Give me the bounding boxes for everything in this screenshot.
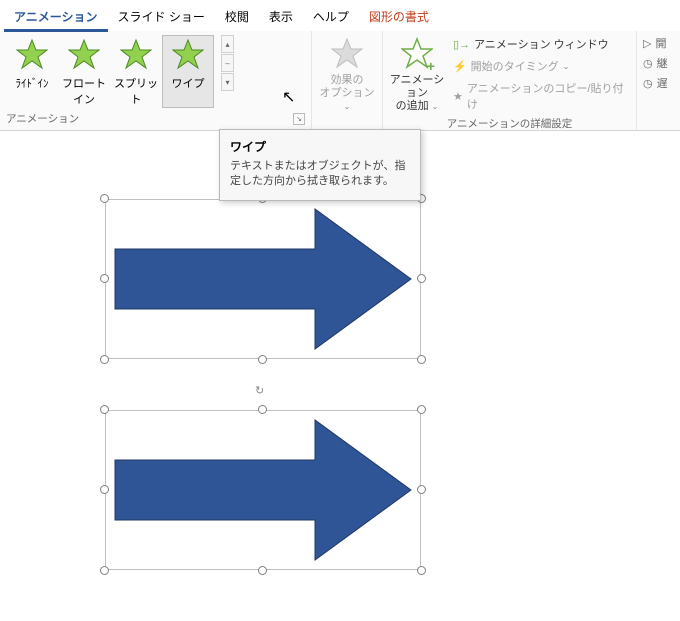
- slide-canvas[interactable]: ↻: [0, 140, 680, 621]
- delay-row[interactable]: ◷遅: [643, 75, 668, 91]
- resize-handle[interactable]: [417, 566, 426, 575]
- resize-handle[interactable]: [100, 485, 109, 494]
- tab-review[interactable]: 校閲: [215, 4, 259, 31]
- resize-handle[interactable]: [100, 405, 109, 414]
- pane-icon: ▯→: [453, 38, 470, 51]
- gallery-row-up[interactable]: ▴: [221, 35, 234, 53]
- resize-handle[interactable]: [417, 485, 426, 494]
- trigger-button: ⚡ 開始のタイミング ⌄: [451, 57, 630, 75]
- painter-icon: ★: [453, 90, 463, 103]
- tooltip-wipe: ワイプ テキストまたはオブジェクトが、指定した方向から拭き取られます。: [219, 129, 421, 201]
- group-animation: ﾗｲﾄﾞｲﾝ フロートイン スプリット ワイプ ▴ – ▾: [0, 31, 312, 130]
- group-effect-options: 効果のオプション ⌄: [312, 31, 383, 130]
- chevron-down-icon: ⌄: [432, 102, 439, 111]
- gallery-label: フロートイン: [61, 75, 107, 107]
- resize-handle[interactable]: [258, 405, 267, 414]
- painter-label: アニメーションのコピー/貼り付け: [467, 80, 628, 112]
- start-row[interactable]: ▷開: [643, 35, 668, 51]
- group-advanced-animation: + アニメーションの追加 ⌄ ▯→ アニメーション ウィンドウ ⚡ 開始のタイミ…: [383, 31, 637, 130]
- effect-options-button: 効果のオプション ⌄: [318, 35, 376, 114]
- star-icon: [172, 38, 204, 70]
- gallery-label: ﾗｲﾄﾞｲﾝ: [9, 75, 55, 91]
- group-label-text: アニメーション: [6, 111, 79, 126]
- selected-shape-2[interactable]: ↻: [105, 410, 421, 570]
- animation-painter-button: ★ アニメーションのコピー/貼り付け: [451, 79, 630, 113]
- resize-handle[interactable]: [100, 194, 109, 203]
- right-arrow-shape[interactable]: [105, 199, 421, 359]
- resize-handle[interactable]: [417, 274, 426, 283]
- resize-handle[interactable]: [100, 566, 109, 575]
- clock-icon: ◷: [643, 57, 653, 70]
- group-label-empty: [318, 114, 376, 130]
- gallery-label: ワイプ: [165, 75, 211, 91]
- resize-handle[interactable]: [417, 405, 426, 414]
- ribbon-tabs: アニメーション スライド ショー 校閲 表示 ヘルプ 図形の書式: [0, 0, 680, 31]
- star-icon: [68, 38, 100, 70]
- right-arrow-shape[interactable]: [105, 410, 421, 570]
- star-icon: [331, 37, 363, 69]
- add-animation-label1: アニメーション: [390, 74, 445, 99]
- plus-icon: +: [427, 58, 435, 74]
- play-icon: ▷: [643, 37, 651, 50]
- gallery-label: スプリット: [113, 75, 159, 107]
- tooltip-body: テキストまたはオブジェクトが、指定した方向から拭き取られます。: [230, 159, 410, 190]
- start-label: 開: [655, 35, 666, 51]
- add-animation-button[interactable]: + アニメーションの追加 ⌄: [389, 35, 445, 114]
- gallery-slidein[interactable]: ﾗｲﾄﾞｲﾝ: [6, 35, 58, 108]
- tab-shape-format[interactable]: 図形の書式: [359, 4, 439, 31]
- gallery-floatin[interactable]: フロートイン: [58, 35, 110, 108]
- dialog-launcher[interactable]: ↘: [293, 113, 305, 125]
- add-animation-label2: の追加: [396, 100, 429, 112]
- gallery-more[interactable]: ▾: [221, 73, 234, 91]
- selected-shape-1[interactable]: [105, 199, 421, 359]
- animation-gallery: ﾗｲﾄﾞｲﾝ フロートイン スプリット ワイプ: [6, 35, 214, 108]
- animation-pane-label: アニメーション ウィンドウ: [474, 36, 609, 52]
- tooltip-title: ワイプ: [230, 138, 410, 155]
- group-label-advanced: アニメーションの詳細設定: [389, 114, 630, 133]
- clock-icon: ◷: [643, 77, 653, 90]
- tab-animation[interactable]: アニメーション: [4, 4, 108, 31]
- resize-handle[interactable]: [258, 355, 267, 364]
- gallery-split[interactable]: スプリット: [110, 35, 162, 108]
- gallery-wipe[interactable]: ワイプ: [162, 35, 214, 108]
- resize-handle[interactable]: [417, 355, 426, 364]
- star-icon: [120, 38, 152, 70]
- tab-slideshow[interactable]: スライド ショー: [108, 4, 215, 31]
- effect-options-label2: オプション: [320, 87, 375, 99]
- rotate-handle[interactable]: ↻: [255, 384, 271, 400]
- tab-view[interactable]: 表示: [259, 4, 303, 31]
- trigger-label: 開始のタイミング: [471, 58, 559, 74]
- duration-label: 継: [657, 55, 668, 71]
- resize-handle[interactable]: [100, 274, 109, 283]
- gallery-row-mid[interactable]: –: [221, 54, 234, 72]
- group-label-animation: アニメーション ↘: [6, 109, 305, 128]
- resize-handle[interactable]: [100, 355, 109, 364]
- chevron-down-icon: ⌄: [563, 62, 570, 71]
- resize-handle[interactable]: [258, 566, 267, 575]
- effect-options-label1: 効果の: [331, 74, 364, 86]
- star-icon: [16, 38, 48, 70]
- duration-row[interactable]: ◷継: [643, 55, 668, 71]
- ribbon: ﾗｲﾄﾞｲﾝ フロートイン スプリット ワイプ ▴ – ▾: [0, 31, 680, 131]
- animation-pane-button[interactable]: ▯→ アニメーション ウィンドウ: [451, 35, 630, 53]
- trigger-icon: ⚡: [453, 60, 467, 73]
- timing-group-partial: ▷開 ◷継 ◷遅: [637, 31, 668, 130]
- tab-help[interactable]: ヘルプ: [303, 4, 359, 31]
- advanced-rows: ▯→ アニメーション ウィンドウ ⚡ 開始のタイミング ⌄ ★ アニメーションの…: [451, 35, 630, 113]
- gallery-spinner: ▴ – ▾: [221, 35, 234, 91]
- delay-label: 遅: [657, 75, 668, 91]
- chevron-down-icon: ⌄: [344, 102, 351, 111]
